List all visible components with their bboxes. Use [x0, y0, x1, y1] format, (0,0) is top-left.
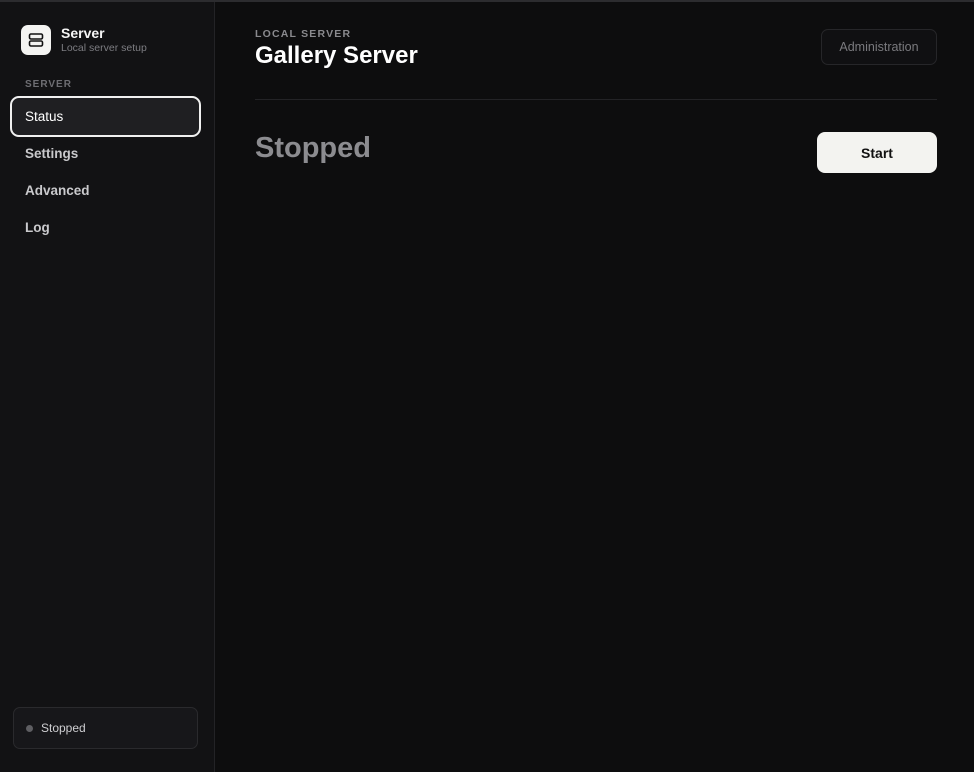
main-content: LOCAL SERVER Gallery Server Administrati… [215, 2, 974, 772]
page-eyebrow: LOCAL SERVER [255, 28, 352, 40]
sidebar-item-settings[interactable]: Settings [10, 133, 201, 174]
server-icon [21, 25, 51, 55]
sidebar: Server Local server setup SERVER Status … [0, 2, 215, 772]
brand-subtitle: Local server setup [61, 42, 147, 54]
app-window: Server Local server setup SERVER Status … [0, 0, 974, 772]
brand-title: Server [61, 25, 105, 41]
page-title: Gallery Server [255, 42, 418, 69]
administration-button[interactable]: Administration [821, 29, 937, 65]
brand: Server Local server setup [21, 25, 147, 55]
sidebar-item-status[interactable]: Status [10, 96, 201, 137]
sidebar-section-label: SERVER [25, 79, 72, 90]
header-divider [255, 99, 937, 100]
server-status-card: Stopped [13, 707, 198, 749]
status-card-text: Stopped [41, 721, 86, 735]
sidebar-item-advanced[interactable]: Advanced [10, 170, 201, 211]
start-button[interactable]: Start [817, 132, 937, 173]
server-state-label: Stopped [255, 132, 371, 164]
status-dot-icon [26, 724, 33, 732]
sidebar-nav: Status Settings Advanced Log [10, 96, 201, 244]
sidebar-item-log[interactable]: Log [10, 207, 201, 248]
